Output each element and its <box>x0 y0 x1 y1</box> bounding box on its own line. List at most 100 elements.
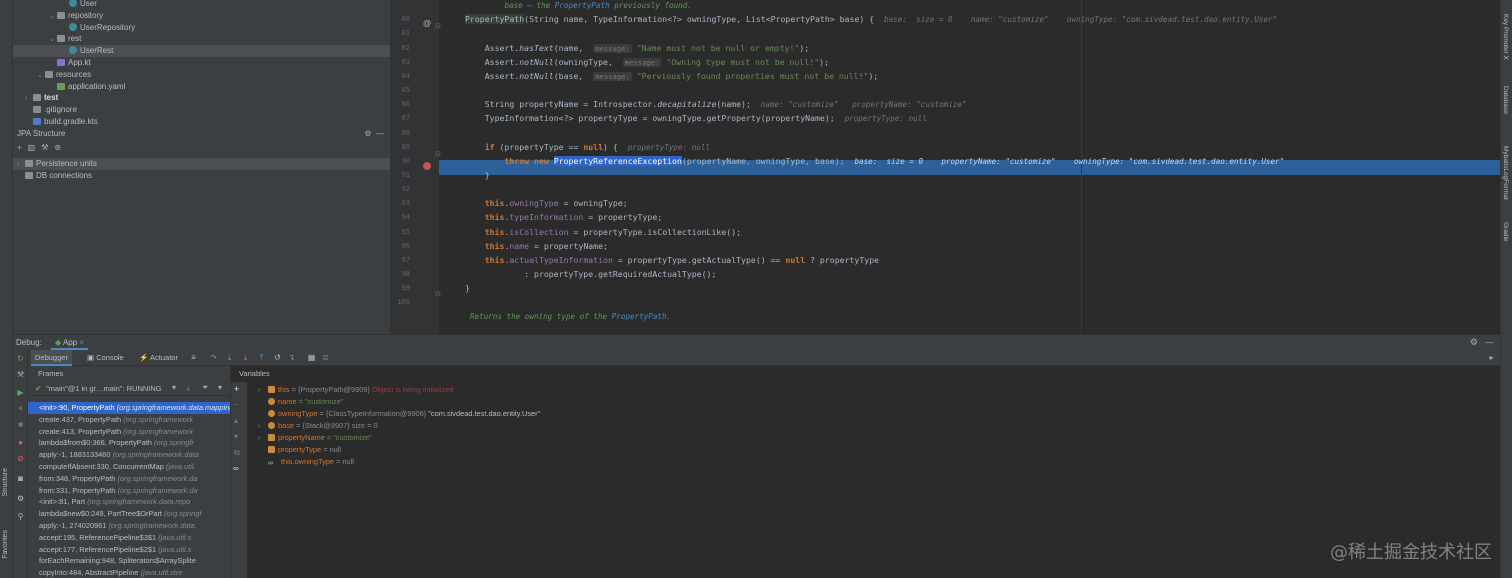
wrench-icon[interactable]: ⚒ <box>16 370 25 379</box>
code-line[interactable]: PropertyPath(String name, TypeInformatio… <box>465 12 1277 26</box>
code-line[interactable]: Returns the owning type of the PropertyP… <box>465 309 671 323</box>
code-line[interactable]: this.actualTypeInformation = propertyTyp… <box>465 253 879 267</box>
pin-icon[interactable]: ⚲ <box>16 512 25 521</box>
variable-row[interactable]: › this = {PropertyPath@9909} Object is be… <box>258 384 453 396</box>
settings-icon[interactable]: ⚙ <box>16 494 25 503</box>
stack-frame[interactable]: create:413, PropertyPath (org.springfram… <box>28 426 230 438</box>
tree-item[interactable]: › test <box>13 92 390 104</box>
jpa-tree-item[interactable]: DB connections <box>13 170 390 182</box>
stack-frame[interactable]: copyInto:484, AbstractPipeline (java.uti… <box>28 567 230 578</box>
code-line[interactable]: throw new PropertyReferenceException(pro… <box>465 154 1284 168</box>
stack-frame[interactable]: accept:177, ReferencePipeline$2$1 (java.… <box>28 544 230 556</box>
code-line[interactable]: this.typeInformation = propertyType; <box>465 210 662 224</box>
structure-tool-button[interactable]: Structure <box>2 468 9 496</box>
tree-item[interactable]: App.kt <box>13 57 390 69</box>
step-out-icon[interactable]: ⤒ <box>257 353 266 362</box>
stack-frame[interactable]: lambda$new$0:249, PartTree$OrPart (org.s… <box>28 508 230 520</box>
resume-icon[interactable]: ▶ <box>16 388 25 397</box>
debug-session-tab[interactable]: ◆ App × <box>51 336 89 350</box>
variable-row[interactable]: › propertyName = "customize" <box>258 432 372 444</box>
code-line[interactable]: Assert.hasText(name, message: "Name must… <box>465 41 809 55</box>
gear-icon[interactable]: ⚙ <box>364 129 371 138</box>
view-breakpoints-icon[interactable]: ● <box>16 438 25 447</box>
stack-frame[interactable]: computeIfAbsent:330, ConcurrentMap (java… <box>28 461 230 473</box>
stack-frame[interactable]: from:331, PropertyPath (org.springframew… <box>28 485 230 497</box>
stack-frame[interactable]: <init>:90, PropertyPath (org.springframe… <box>28 402 230 414</box>
step-over-icon[interactable]: ↷ <box>209 353 218 362</box>
chart-icon[interactable]: ▥ <box>28 142 36 154</box>
tree-item[interactable]: .gitignore <box>13 104 390 116</box>
wrench-icon[interactable]: ⚒ <box>41 142 48 154</box>
editor-gutter[interactable]: 80 81 82 83 84 85 86 87 88 89 90 91 92 93 94 95 96 97 98 99… <box>391 0 441 334</box>
tree-item[interactable]: ⌄ repository <box>13 10 390 22</box>
watch-icon[interactable]: ∞ <box>233 464 239 473</box>
gear-icon[interactable]: ⚙ <box>1470 337 1478 348</box>
stack-frame[interactable]: create:437, PropertyPath (org.springfram… <box>28 414 230 426</box>
stack-frame[interactable]: from:348, PropertyPath (org.springframew… <box>28 473 230 485</box>
chevron-down-icon[interactable]: ▾ <box>172 383 176 392</box>
run-to-cursor-icon[interactable]: ↴ <box>287 353 296 362</box>
tree-item[interactable]: ⌄ rest <box>13 33 390 45</box>
code-line[interactable]: this.name = propertyName; <box>465 239 608 253</box>
tab-actuator[interactable]: ⚡ Actuator <box>135 350 182 366</box>
code-line[interactable]: TypeInformation<?> propertyType = owning… <box>465 111 927 125</box>
code-line[interactable]: : propertyType.getRequiredActualType(); <box>465 267 716 281</box>
arrow-down-icon[interactable]: ↓ <box>186 383 190 392</box>
favorites-tool-button[interactable]: Favorites <box>2 530 9 559</box>
tree-item[interactable]: ⌄ resources <box>13 69 390 81</box>
code-line[interactable]: this.owningType = owningType; <box>465 196 628 210</box>
code-line[interactable]: Assert.notNull(base, message: "Perviousl… <box>465 69 878 83</box>
code-line[interactable]: } <box>465 281 470 295</box>
stack-frame[interactable]: apply:-1, 1883133460 (org.springframewor… <box>28 449 230 461</box>
variable-row[interactable]: propertyType = null <box>258 444 341 456</box>
force-step-into-icon[interactable]: ⤓ <box>241 353 250 362</box>
move-down-icon[interactable]: ▾ <box>234 432 238 441</box>
minimize-icon[interactable]: — <box>1485 337 1494 347</box>
variable-row[interactable]: › base = {Stack@9907} size = 0 <box>258 420 378 432</box>
fold-icon[interactable]: ⊟ <box>435 150 441 158</box>
drop-frame-icon[interactable]: ↺ <box>273 353 282 362</box>
variable-row[interactable]: name = "customize" <box>258 396 343 408</box>
more-icon[interactable]: ▾ <box>218 383 222 392</box>
override-icon[interactable]: @ <box>423 19 431 28</box>
mute-breakpoints-icon[interactable]: ⊘ <box>16 454 25 463</box>
variable-row[interactable]: ∞ this.owningType = null <box>258 456 354 468</box>
restore-layout-icon[interactable]: ▸ <box>1487 353 1496 362</box>
step-into-icon[interactable]: ⤓ <box>225 353 234 362</box>
breakpoint-icon[interactable] <box>423 162 431 170</box>
settings-icon[interactable]: ⊛ <box>54 142 61 154</box>
add-icon[interactable]: + <box>234 384 239 394</box>
tab-console[interactable]: ▣ Console <box>83 350 128 366</box>
copy-icon[interactable]: ⧉ <box>234 448 240 458</box>
trace-icon[interactable]: ≣ <box>321 353 330 362</box>
right-tool-gradle[interactable]: Gradle <box>1502 222 1509 242</box>
tree-item[interactable]: build.gradle.kts <box>13 116 390 128</box>
evaluate-icon[interactable]: ▦ <box>307 353 316 362</box>
stack-frame[interactable]: <init>:81, Part (org.springframework.dat… <box>28 496 230 508</box>
add-icon[interactable]: + <box>17 142 22 154</box>
camera-icon[interactable]: ◙ <box>16 474 25 483</box>
tree-item[interactable]: UserRepository <box>13 22 390 34</box>
tree-item[interactable]: UserRest <box>13 45 390 58</box>
tree-item[interactable]: User <box>13 0 390 10</box>
stack-frame[interactable]: lambda$from$0:366, PropertyPath (org.spr… <box>28 437 230 449</box>
code-line[interactable]: this.isCollection = propertyType.isColle… <box>465 225 741 239</box>
fold-icon[interactable]: ⊟ <box>435 22 441 30</box>
right-tool-mybatislogformat[interactable]: MybatisLogFormat <box>1502 146 1509 200</box>
right-tool-key-promoter-x[interactable]: Key Promoter X <box>1502 14 1509 60</box>
close-icon[interactable]: × <box>79 338 84 347</box>
code-line[interactable]: Assert.notNull(owningType, message: "Own… <box>465 55 829 69</box>
stack-frame[interactable]: forEachRemaining:948, Spliterators$Array… <box>28 555 230 567</box>
jpa-tree-item[interactable]: › Persistence units <box>13 158 390 170</box>
move-up-icon[interactable]: ▴ <box>234 416 238 425</box>
stop-icon[interactable]: ■ <box>16 420 25 429</box>
variable-row[interactable]: owningType = {ClassTypeInformation@9906}… <box>258 408 540 420</box>
tab-debugger[interactable]: Debugger <box>31 350 72 366</box>
minimize-icon[interactable]: — <box>376 129 384 138</box>
pause-icon[interactable]: ⏸ <box>16 404 25 413</box>
chevron-right-icon[interactable]: › <box>258 420 268 432</box>
code-line[interactable]: if (propertyType == null) { propertyType… <box>465 140 710 154</box>
right-tool-database[interactable]: Database <box>1502 86 1509 114</box>
code-line[interactable]: base — the PropertyPath previously found… <box>465 0 691 12</box>
code-line[interactable]: String propertyName = Introspector.decap… <box>465 97 967 111</box>
